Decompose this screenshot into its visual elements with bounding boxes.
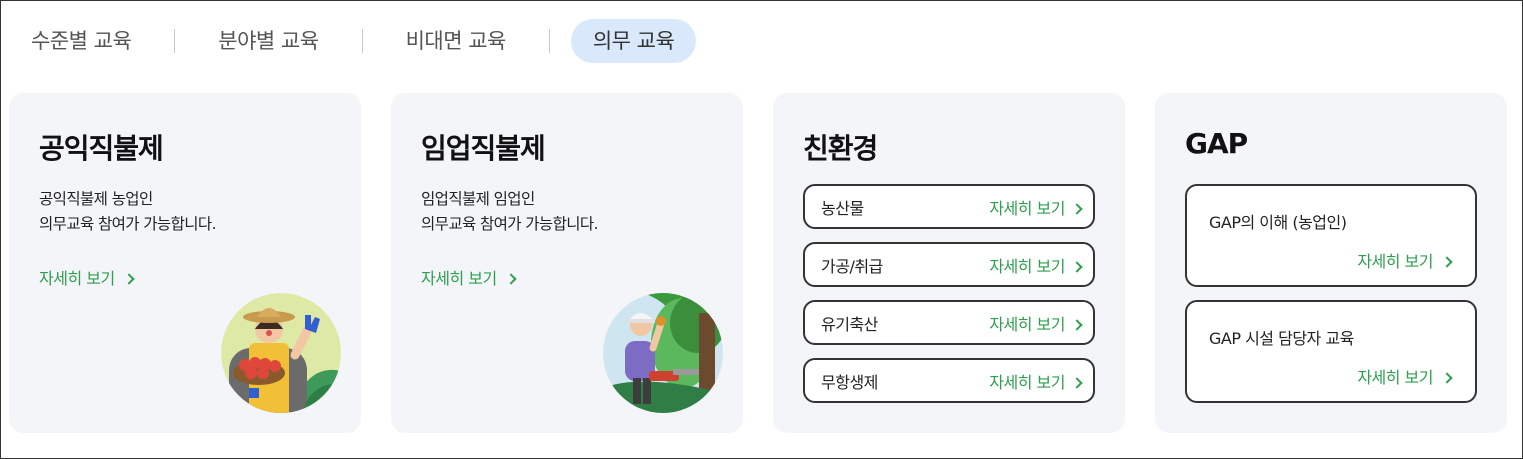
card-title: 공익직불제: [39, 132, 164, 165]
gap-item-facility-manager[interactable]: GAP 시설 담당자 교육 자세히 보기: [1185, 300, 1477, 403]
detail-link[interactable]: 자세히 보기: [989, 253, 1083, 277]
forester-illustration: [603, 293, 723, 413]
card-public-direct-payment: 공익직불제 공익직불제 농업인 의무교육 참여가 가능합니다. 자세히 보기: [9, 93, 361, 433]
detail-link-label: 자세히 보기: [989, 314, 1065, 334]
detail-link-label: 자세히 보기: [421, 269, 497, 288]
detail-link-label: 자세히 보기: [1357, 368, 1433, 387]
card-forestry-direct-payment: 임업직불제 임업직불제 임업인 의무교육 참여가 가능합니다. 자세히 보기: [391, 93, 743, 433]
card-gap: GAP GAP의 이해 (농업인) 자세히 보기 GAP 시설 담당자 교육 자…: [1155, 93, 1507, 433]
detail-link[interactable]: 자세히 보기: [39, 265, 135, 289]
farmer-illustration: [221, 293, 341, 413]
card-title: 임업직불제: [421, 132, 546, 165]
eco-item-processing[interactable]: 가공/취급 자세히 보기: [803, 242, 1095, 287]
detail-link-label: 자세히 보기: [989, 256, 1065, 276]
chevron-right-icon: [1071, 318, 1083, 331]
card-description: 임업직불제 임업인 의무교육 참여가 가능합니다.: [421, 187, 599, 237]
chevron-right-icon: [1071, 376, 1083, 389]
tab-bar: 수준별 교육 분야별 교육 비대면 교육 의무 교육: [9, 19, 697, 63]
chevron-right-icon: [1071, 260, 1083, 273]
item-label: 유기축산: [821, 314, 878, 334]
tab-divider: [174, 29, 176, 53]
item-label: 가공/취급: [821, 256, 883, 276]
item-label: GAP 시설 담당자 교육: [1209, 329, 1354, 348]
tab-level-education[interactable]: 수준별 교육: [9, 19, 153, 63]
tab-divider: [548, 29, 550, 53]
desc-line: 공익직불제 농업인: [39, 190, 153, 208]
detail-link[interactable]: 자세히 보기: [1357, 364, 1453, 388]
detail-link[interactable]: 자세히 보기: [421, 265, 517, 289]
tab-mandatory-education[interactable]: 의무 교육: [570, 19, 697, 63]
tab-field-education[interactable]: 분야별 교육: [196, 19, 340, 63]
item-label: 무항생제: [821, 372, 878, 392]
page-frame: 수준별 교육 분야별 교육 비대면 교육 의무 교육 공익직불제 공익직불제 농…: [0, 0, 1523, 459]
detail-link[interactable]: 자세히 보기: [989, 195, 1083, 219]
eco-item-produce[interactable]: 농산물 자세히 보기: [803, 184, 1095, 229]
desc-line: 의무교육 참여가 가능합니다.: [39, 215, 217, 233]
eco-item-antibiotic-free[interactable]: 무항생제 자세히 보기: [803, 358, 1095, 403]
chevron-right-icon: [1071, 202, 1083, 215]
detail-link[interactable]: 자세히 보기: [989, 311, 1083, 335]
card-title: GAP: [1185, 127, 1248, 160]
desc-line: 임업직불제 임업인: [421, 190, 535, 208]
desc-line: 의무교육 참여가 가능합니다.: [421, 215, 599, 233]
chevron-right-icon: [123, 273, 135, 285]
detail-link-label: 자세히 보기: [1357, 252, 1433, 271]
chevron-right-icon: [1441, 256, 1453, 268]
detail-link-label: 자세히 보기: [989, 372, 1065, 392]
tab-online-education[interactable]: 비대면 교육: [384, 19, 528, 63]
card-description: 공익직불제 농업인 의무교육 참여가 가능합니다.: [39, 187, 217, 237]
item-label: 농산물: [821, 198, 864, 218]
gap-item-understanding[interactable]: GAP의 이해 (농업인) 자세히 보기: [1185, 184, 1477, 287]
card-eco-friendly: 친환경 농산물 자세히 보기 가공/취급 자세히 보기 유기축산 자세히 보기 …: [773, 93, 1125, 433]
chevron-right-icon: [505, 273, 517, 285]
chevron-right-icon: [1441, 372, 1453, 384]
tab-divider: [361, 29, 363, 53]
detail-link[interactable]: 자세히 보기: [989, 369, 1083, 393]
detail-link-label: 자세히 보기: [39, 269, 115, 288]
item-label: GAP의 이해 (농업인): [1209, 213, 1347, 232]
eco-item-organic-livestock[interactable]: 유기축산 자세히 보기: [803, 300, 1095, 345]
card-title: 친환경: [803, 132, 878, 165]
detail-link-label: 자세히 보기: [989, 198, 1065, 218]
detail-link[interactable]: 자세히 보기: [1357, 248, 1453, 272]
